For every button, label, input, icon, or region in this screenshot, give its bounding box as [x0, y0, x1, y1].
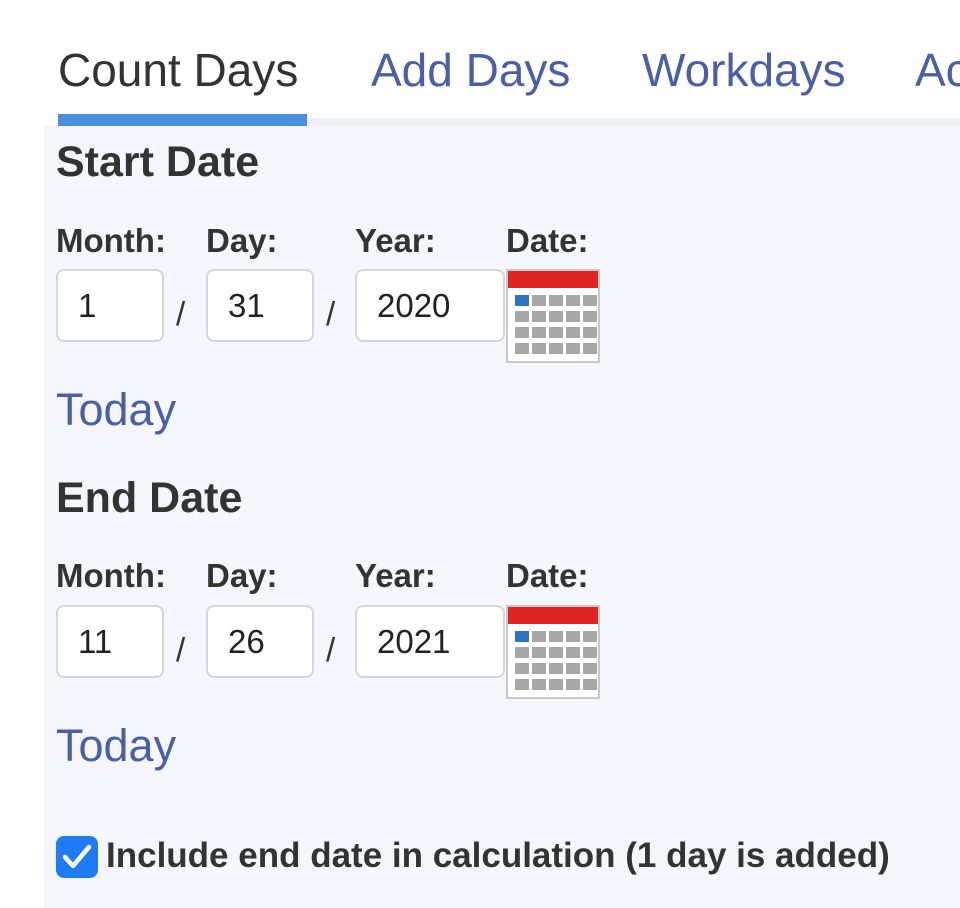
calendar-cell: [549, 327, 563, 338]
calendar-cell: [532, 295, 546, 306]
end-date-title: End Date: [56, 474, 243, 522]
calendar-cell: [583, 663, 597, 674]
start-date-title: Start Date: [56, 138, 260, 186]
calendar-cell: [583, 327, 597, 338]
end-year-input[interactable]: 2021: [355, 605, 505, 678]
calendar-cell: [532, 647, 546, 658]
end-date-label: Date:: [506, 557, 589, 594]
calendar-cell: [515, 663, 529, 674]
end-separator-1: /: [176, 631, 186, 668]
tab-add-days[interactable]: Add Days: [371, 44, 570, 96]
calendar-cell: [532, 679, 546, 690]
tab-strip-divider: [307, 118, 960, 126]
calendar-cell: [566, 311, 580, 322]
calendar-cell: [532, 343, 546, 354]
calendar-cell: [515, 327, 529, 338]
calendar-cell: [566, 631, 580, 642]
end-separator-2: /: [326, 631, 336, 668]
calendar-cell: [549, 679, 563, 690]
include-end-date-checkbox[interactable]: [56, 836, 98, 878]
start-today-link[interactable]: Today: [56, 384, 176, 436]
calendar-header-bar: [508, 271, 598, 288]
calendar-cell: [549, 295, 563, 306]
start-separator-1: /: [176, 295, 186, 332]
start-separator-2: /: [326, 295, 336, 332]
include-end-date-label: Include end date in calculation (1 day i…: [106, 836, 890, 875]
calendar-cell: [549, 647, 563, 658]
tab-workdays[interactable]: Workdays: [642, 44, 846, 96]
calendar-cell: [583, 295, 597, 306]
start-date-label: Date:: [506, 222, 589, 259]
tab-add-workdays[interactable]: Ac: [915, 44, 960, 96]
calendar-cell: [515, 343, 529, 354]
tab-count-days[interactable]: Count Days: [58, 44, 298, 96]
calendar-cell: [532, 311, 546, 322]
calendar-cell: [515, 647, 529, 658]
calendar-cell: [549, 631, 563, 642]
calendar-cell: [549, 311, 563, 322]
start-calendar-icon[interactable]: [506, 269, 600, 363]
calendar-cell: [566, 663, 580, 674]
start-month-input[interactable]: 1: [56, 269, 164, 342]
end-year-label: Year:: [355, 557, 436, 594]
start-day-input[interactable]: 31: [206, 269, 314, 342]
end-today-link[interactable]: Today: [56, 720, 176, 772]
end-calendar-icon[interactable]: [506, 605, 600, 699]
active-tab-indicator: [58, 114, 307, 126]
start-year-label: Year:: [355, 222, 436, 259]
end-month-input[interactable]: 11: [56, 605, 164, 678]
start-day-label: Day:: [206, 222, 278, 259]
calendar-cell: [566, 343, 580, 354]
calendar-cell: [515, 631, 529, 642]
calendar-cell: [515, 295, 529, 306]
calendar-cell: [583, 647, 597, 658]
calendar-cell: [515, 679, 529, 690]
calendar-cell: [566, 679, 580, 690]
tab-bar: Count Days Add Days Workdays Ac: [0, 0, 960, 128]
calendar-cell: [566, 327, 580, 338]
end-day-input[interactable]: 26: [206, 605, 314, 678]
start-year-input[interactable]: 2020: [355, 269, 505, 342]
calendar-cell: [583, 343, 597, 354]
end-month-label: Month:: [56, 557, 166, 594]
calendar-cell: [583, 631, 597, 642]
calendar-cell: [532, 663, 546, 674]
calendar-cell: [583, 311, 597, 322]
calendar-cell: [583, 679, 597, 690]
calendar-header-bar: [508, 607, 598, 624]
calendar-cell: [532, 631, 546, 642]
calendar-cell: [549, 663, 563, 674]
calendar-cell: [515, 311, 529, 322]
end-day-label: Day:: [206, 557, 278, 594]
calendar-cell: [532, 327, 546, 338]
calendar-cell: [566, 647, 580, 658]
start-month-label: Month:: [56, 222, 166, 259]
calendar-cell: [549, 343, 563, 354]
checkmark-icon: [62, 844, 92, 869]
calendar-cell: [566, 295, 580, 306]
